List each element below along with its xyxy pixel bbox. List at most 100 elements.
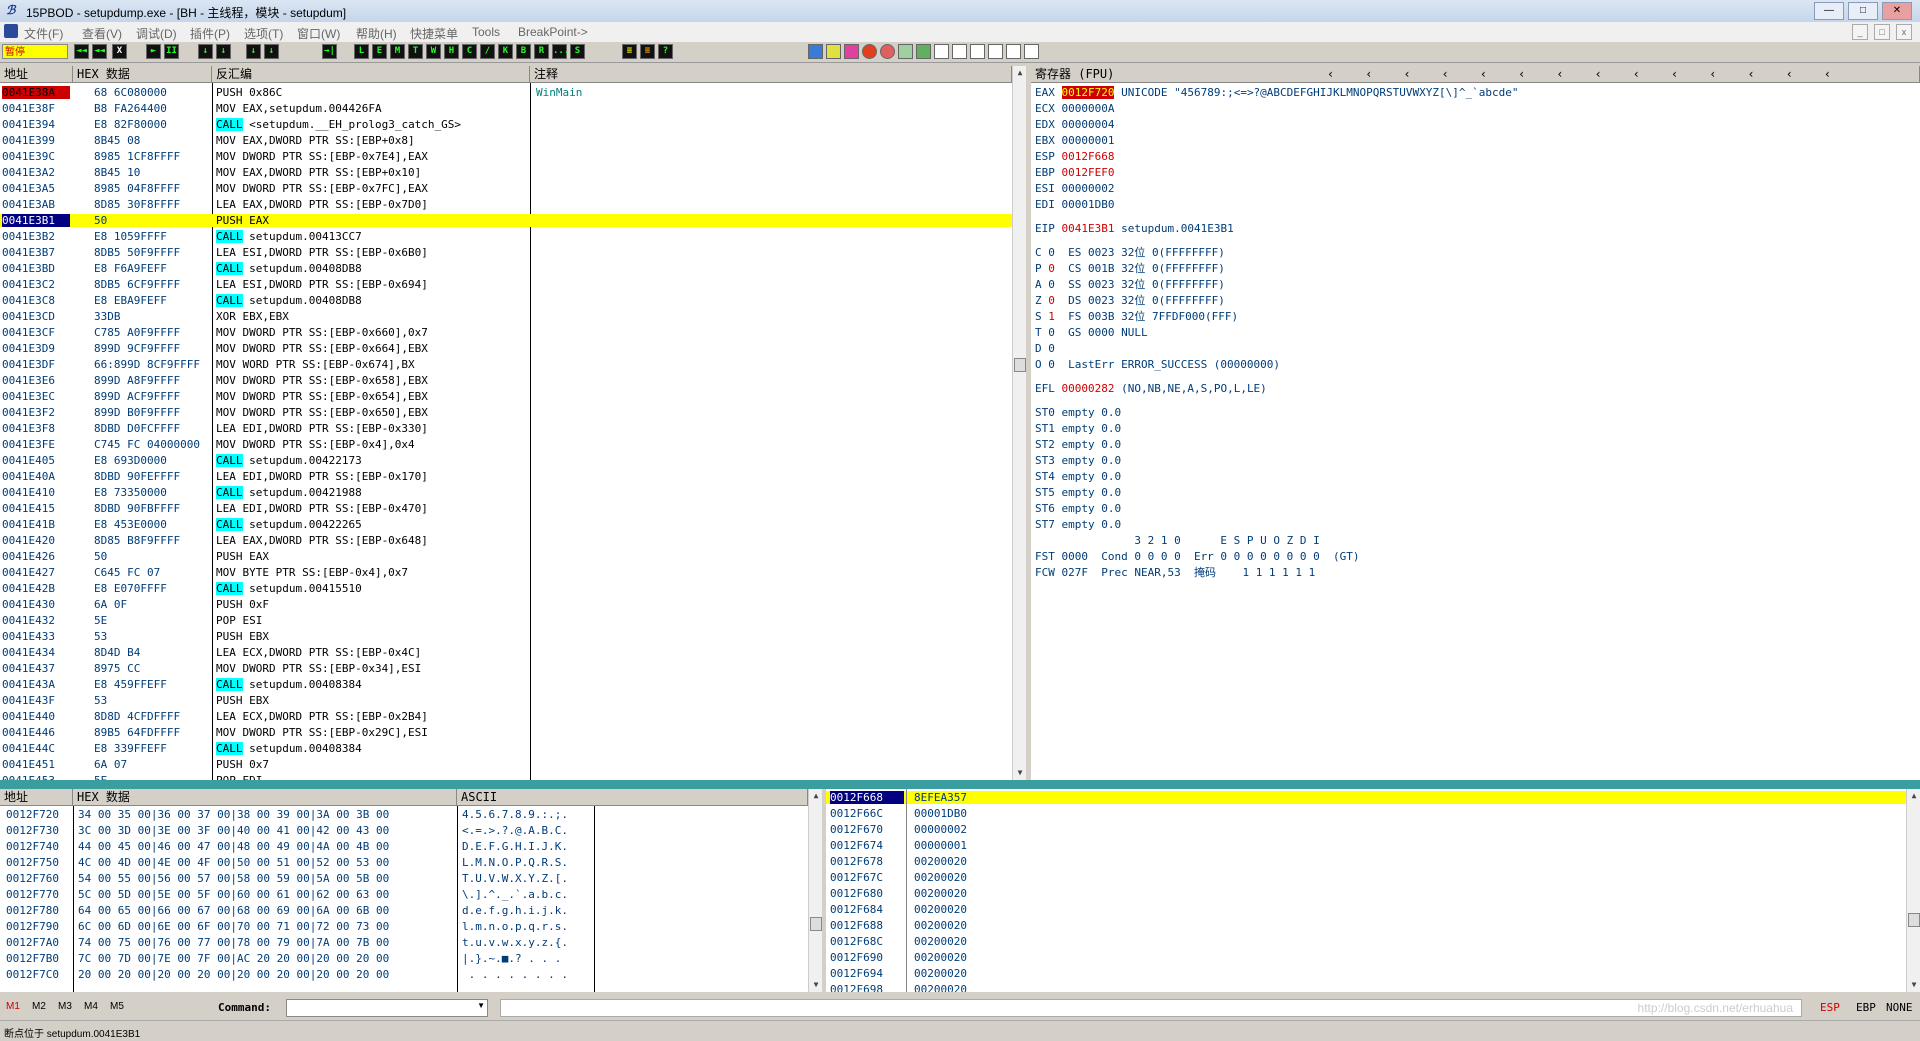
none-indicator[interactable]: NONE xyxy=(1886,1001,1913,1014)
command-input[interactable]: ▼ xyxy=(286,999,488,1017)
maximize-button[interactable]: □ xyxy=(1848,2,1878,20)
source-button[interactable]: S xyxy=(570,44,585,59)
stack-row[interactable]: 0012F690 00200020 xyxy=(826,951,1906,964)
stack-scrollbar[interactable]: ▲ ▼ xyxy=(1906,789,1920,992)
disasm-row[interactable]: 0041E3AB 8D85 30F8FFFF LEA EAX,DWORD PTR S… xyxy=(0,198,1012,211)
stack-row[interactable]: 0012F66C 00001DB0 xyxy=(826,807,1906,820)
flag-s[interactable]: S 1 FS 003B 32位 7FFDF000(FFF) xyxy=(1035,310,1238,323)
options-button[interactable]: ≡ xyxy=(640,44,655,59)
disasm-row[interactable]: 0041E3F2 899D B0F9FFFF MOV DWORD PTR SS:[E… xyxy=(0,406,1012,419)
flag-a[interactable]: A 0 SS 0023 32位 0(FFFFFFFF) xyxy=(1035,278,1225,291)
cpu-window-button[interactable]: C xyxy=(462,44,477,59)
disasm-row[interactable]: 0041E420 8D85 B8F9FFFF LEA EAX,DWORD PTR S… xyxy=(0,534,1012,547)
register-efl[interactable]: EFL 00000282 (NO,NB,NE,A,S,PO,L,LE) xyxy=(1035,382,1267,395)
disasm-row[interactable]: 0041E410 E8 73350000 CALL setupdum.0042198… xyxy=(0,486,1012,499)
memory-tab-m4[interactable]: M4 xyxy=(84,1001,98,1012)
restart-button[interactable]: ◄◄ xyxy=(74,44,89,59)
call-stack-button[interactable]: K xyxy=(498,44,513,59)
patches-window-button[interactable]: / xyxy=(480,44,495,59)
menu-debug[interactable]: 调试(D) xyxy=(136,25,177,42)
fpu-header[interactable]: 3 2 1 0 E S P U O Z D I xyxy=(1035,534,1319,547)
disasm-row[interactable]: 0041E446 89B5 64FDFFFF MOV DWORD PTR SS:[E… xyxy=(0,726,1012,739)
disasm-row[interactable]: 0041E3EC 899D ACF9FFFF MOV DWORD PTR SS:[E… xyxy=(0,390,1012,403)
mdi-close-button[interactable]: x xyxy=(1896,24,1912,40)
run-button[interactable]: ► xyxy=(146,44,161,59)
fpu-fst[interactable]: FST 0000 Cond 0 0 0 0 Err 0 0 0 0 0 0 0 … xyxy=(1035,550,1360,563)
plugin-icon-1[interactable] xyxy=(808,44,823,59)
disasm-row[interactable]: 0041E430 6A 0F PUSH 0xF xyxy=(0,598,1012,611)
fpu-st3[interactable]: ST3 empty 0.0 xyxy=(1035,454,1121,467)
disasm-row[interactable]: 0041E3BD E8 F6A9FEFF CALL setupdum.00408DB… xyxy=(0,262,1012,275)
disasm-scrollbar[interactable]: ▲ ▼ xyxy=(1012,66,1026,780)
dump-row[interactable]: 0012F720 34 00 35 00|36 00 37 00|38 00 39… xyxy=(0,808,808,821)
scroll-down-icon[interactable]: ▼ xyxy=(1907,978,1920,992)
disasm-row[interactable]: 0041E3F8 8DBD D0FCFFFF LEA EDI,DWORD PTR S… xyxy=(0,422,1012,435)
dump-row[interactable]: 0012F790 6C 00 6D 00|6E 00 6F 00|70 00 71… xyxy=(0,920,808,933)
disasm-row[interactable]: 0041E3E6 899D A8F9FFFF MOV DWORD PTR SS:[E… xyxy=(0,374,1012,387)
stack-row[interactable]: 0012F67C 00200020 xyxy=(826,871,1906,884)
disasm-row[interactable]: 0041E405 E8 693D0000 CALL setupdum.0042217… xyxy=(0,454,1012,467)
step-over-button[interactable]: ↓ xyxy=(216,44,231,59)
disasm-row[interactable]: 0041E394 E8 82F80000 CALL <setupdum.__EH_p… xyxy=(0,118,1012,131)
flag-p[interactable]: P 0 CS 001B 32位 0(FFFFFFFF) xyxy=(1035,262,1225,275)
disasm-row[interactable]: 0041E440 8D8D 4CFDFFFF LEA ECX,DWORD PTR S… xyxy=(0,710,1012,723)
pause-button[interactable]: II xyxy=(164,44,179,59)
memory-tab-m3[interactable]: M3 xyxy=(58,1001,72,1012)
disasm-row[interactable]: 0041E3A5 8985 04F8FFFF MOV DWORD PTR SS:[E… xyxy=(0,182,1012,195)
disasm-row[interactable]: 0041E38A 68 6C080000 PUSH 0x86C WinMain xyxy=(0,86,1012,99)
plugin-icon-7[interactable] xyxy=(916,44,931,59)
fpu-st0[interactable]: ST0 empty 0.0 xyxy=(1035,406,1121,419)
register-ecx[interactable]: ECX 0000000A xyxy=(1035,102,1121,115)
plugin-icon-5[interactable] xyxy=(880,44,895,59)
registers-pane[interactable]: 寄存器 (FPU) ‹‹‹‹‹‹‹‹‹‹‹‹‹‹ EAX 0012F720 UN… xyxy=(1031,66,1920,780)
disasm-row[interactable]: 0041E42B E8 E070FFFF CALL setupdum.0041551… xyxy=(0,582,1012,595)
disasm-row[interactable]: 0041E3FE C745 FC 04000000 MOV DWORD PTR SS… xyxy=(0,438,1012,451)
register-view-arrows[interactable]: ‹‹‹‹‹‹‹‹‹‹‹‹‹‹ xyxy=(1327,66,1862,82)
fpu-fcw[interactable]: FCW 027F Prec NEAR,53 掩码 1 1 1 1 1 1 xyxy=(1035,566,1315,579)
disasm-row[interactable]: 0041E427 C645 FC 07 MOV BYTE PTR SS:[EBP-0… xyxy=(0,566,1012,579)
plugin-icon-10[interactable] xyxy=(970,44,985,59)
close-button[interactable]: ✕ xyxy=(1882,2,1912,20)
dump-row[interactable]: 0012F770 5C 00 5D 00|5E 00 5F 00|60 00 61… xyxy=(0,888,808,901)
plugin-icon-4[interactable] xyxy=(862,44,877,59)
disasm-row[interactable]: 0041E38F B8 FA264400 MOV EAX,setupdum.0044… xyxy=(0,102,1012,115)
stack-row[interactable]: 0012F694 00200020 xyxy=(826,967,1906,980)
plugin-icon-8[interactable] xyxy=(934,44,949,59)
disasm-row[interactable]: 0041E451 6A 07 PUSH 0x7 xyxy=(0,758,1012,771)
flag-c[interactable]: C 0 ES 0023 32位 0(FFFFFFFF) xyxy=(1035,246,1225,259)
menu-breakpoint[interactable]: BreakPoint-> xyxy=(518,25,588,39)
disasm-row[interactable]: 0041E433 53 PUSH EBX xyxy=(0,630,1012,643)
plugin-icon-9[interactable] xyxy=(952,44,967,59)
ebp-indicator[interactable]: EBP xyxy=(1856,1001,1876,1014)
breakpoints-button[interactable]: B xyxy=(516,44,531,59)
disasm-row[interactable]: 0041E3C8 E8 EBA9FEFF CALL setupdum.00408DB… xyxy=(0,294,1012,307)
plugin-icon-3[interactable] xyxy=(844,44,859,59)
references-button[interactable]: R xyxy=(534,44,549,59)
run-trace-button[interactable]: ... xyxy=(552,44,569,59)
fpu-st4[interactable]: ST4 empty 0.0 xyxy=(1035,470,1121,483)
scroll-down-icon[interactable]: ▼ xyxy=(809,978,822,992)
fpu-st5[interactable]: ST5 empty 0.0 xyxy=(1035,486,1121,499)
dump-row[interactable]: 0012F740 44 00 45 00|46 00 47 00|48 00 49… xyxy=(0,840,808,853)
fpu-st7[interactable]: ST7 empty 0.0 xyxy=(1035,518,1121,531)
menu-plugins[interactable]: 插件(P) xyxy=(190,25,230,42)
register-ebp[interactable]: EBP 0012FEF0 xyxy=(1035,166,1121,179)
menu-shortcut[interactable]: 快捷菜单 xyxy=(410,25,458,42)
dump-row[interactable]: 0012F780 64 00 65 00|66 00 67 00|68 00 69… xyxy=(0,904,808,917)
menu-file[interactable]: 文件(F) xyxy=(24,25,63,42)
disasm-row[interactable]: 0041E437 8975 CC MOV DWORD PTR SS:[EBP-0x3… xyxy=(0,662,1012,675)
menu-tools[interactable]: Tools xyxy=(472,25,500,39)
disasm-row[interactable]: 0041E43F 53 PUSH EBX xyxy=(0,694,1012,707)
plugin-icon-2[interactable] xyxy=(826,44,841,59)
disasm-col-comment[interactable]: 注释 xyxy=(530,66,1012,83)
dump-row[interactable]: 0012F760 54 00 55 00|56 00 57 00|58 00 59… xyxy=(0,872,808,885)
scroll-up-icon[interactable]: ▲ xyxy=(1907,789,1920,803)
mdi-minimize-button[interactable]: _ xyxy=(1852,24,1868,40)
flag-o[interactable]: O 0 LastErr ERROR_SUCCESS (00000000) xyxy=(1035,358,1280,371)
plugin-icon-11[interactable] xyxy=(988,44,1003,59)
memory-tab-m1[interactable]: M1 xyxy=(6,1001,20,1012)
flag-t[interactable]: T 0 GS 0000 NULL xyxy=(1035,326,1154,339)
plugin-icon-6[interactable] xyxy=(898,44,913,59)
disasm-col-disasm[interactable]: 反汇编 xyxy=(212,66,530,83)
log-window-button[interactable]: L xyxy=(354,44,369,59)
